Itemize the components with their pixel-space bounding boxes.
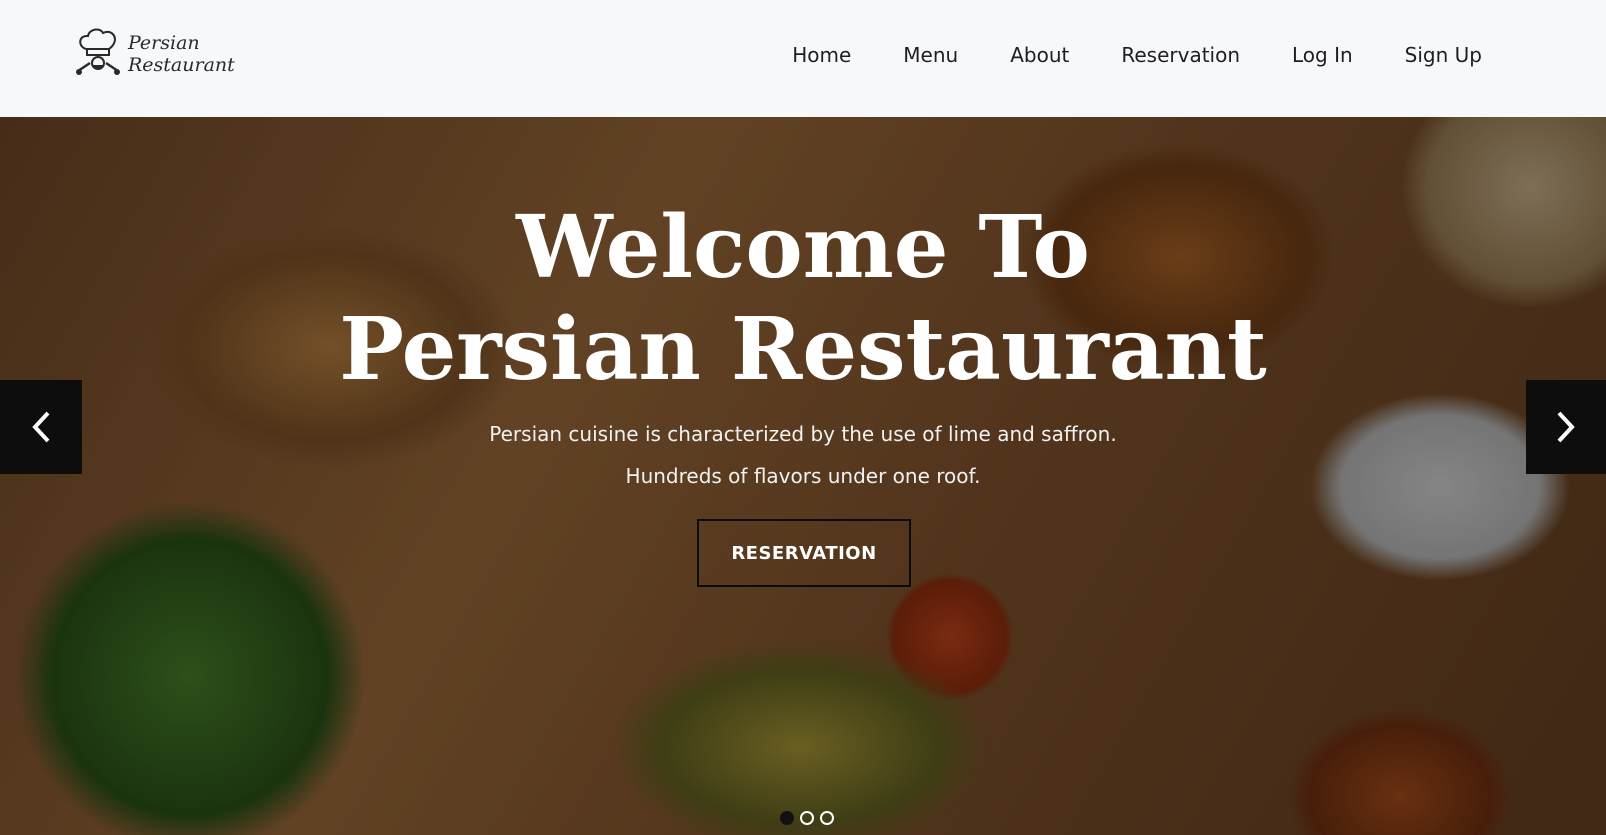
reservation-button[interactable]: RESERVATION (697, 519, 911, 587)
carousel-next-button[interactable] (1526, 380, 1606, 474)
nav-about[interactable]: About (1010, 40, 1069, 70)
hero-title-line1: Welcome To (516, 197, 1090, 298)
navbar: Persian Restaurant Home Menu About Reser… (0, 0, 1606, 117)
carousel-indicators (780, 811, 834, 825)
nav-reservation[interactable]: Reservation (1121, 40, 1240, 70)
nav-menu[interactable]: Menu (903, 40, 958, 70)
hero-title-line2: Persian Restaurant (339, 299, 1267, 400)
brand-logo[interactable]: Persian Restaurant (76, 26, 235, 82)
chef-hat-icon (76, 28, 120, 75)
chevron-right-icon (1557, 411, 1575, 443)
hero-subtitle-line2: Hundreds of flavors under one roof. (625, 464, 981, 488)
nav-sign-up[interactable]: Sign Up (1405, 40, 1482, 70)
carousel-dot-1[interactable] (780, 811, 794, 825)
hero-subtitle-line1: Persian cuisine is characterized by the … (489, 422, 1117, 446)
nav-home[interactable]: Home (792, 40, 851, 70)
main-nav: Home Menu About Reservation Log In Sign … (740, 40, 1482, 70)
carousel-prev-button[interactable] (0, 380, 82, 474)
brand-name: Persian Restaurant (128, 32, 235, 76)
chevron-left-icon (32, 411, 50, 443)
carousel-dot-2[interactable] (800, 811, 814, 825)
nav-log-in[interactable]: Log In (1292, 40, 1353, 70)
brand-name-line2: Restaurant (128, 54, 235, 76)
carousel-dot-3[interactable] (820, 811, 834, 825)
hero-carousel: Welcome To Persian Restaurant Persian cu… (0, 117, 1606, 835)
brand-name-line1: Persian (128, 32, 200, 54)
